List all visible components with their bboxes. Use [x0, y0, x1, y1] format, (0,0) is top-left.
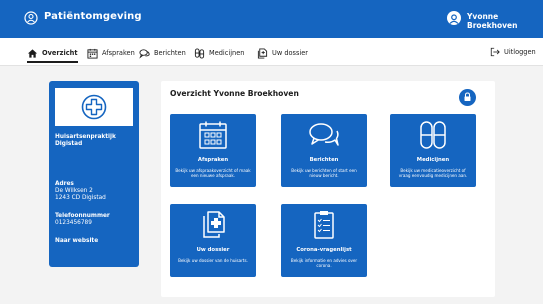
practice-phone: Telefoonnummer 0123456789	[55, 213, 110, 227]
tile-uw-dossier[interactable]: Uw dossier Bekijk uw dossier van de huis…	[170, 204, 256, 277]
tile-title: Berichten	[309, 157, 339, 163]
tile-medicijnen[interactable]: Medicijnen Bekijk uw medicatieoverzicht …	[390, 114, 476, 187]
phone-value: 0123456789	[55, 220, 92, 227]
chat-icon	[139, 48, 150, 59]
tile-title: Corona-vragenlijst	[296, 247, 352, 253]
tile-description: Bekijk uw dossier van de huisarts.	[178, 258, 248, 263]
page-title: Overzicht Yvonne Broekhoven	[170, 89, 299, 98]
practice-name-line2: Digistad	[55, 141, 83, 148]
top-bar: Patiëntomgeving Yvonne Broekhoven	[0, 0, 543, 38]
nav-item-overzicht[interactable]: Overzicht	[27, 47, 77, 59]
active-tab-indicator	[27, 61, 78, 63]
practice-name: Huisartsenpraktijk Digistad	[55, 134, 116, 148]
nav-item-uw-dossier[interactable]: Uw dossier	[257, 47, 308, 59]
file-icon	[257, 47, 268, 59]
tile-description: Bekijk uw berichten of start een nieuw b…	[291, 168, 357, 179]
medical-cross-icon	[81, 94, 107, 120]
tile-description: Bekijk informatie en advies over corona.	[290, 258, 358, 269]
main-nav: Overzicht Afspraken Berichten Medicijnen…	[0, 38, 543, 66]
patient-icon	[24, 11, 38, 25]
logout-label: Uitloggen	[504, 48, 536, 56]
nav-label: Medicijnen	[209, 49, 245, 57]
user-name[interactable]: Yvonne Broekhoven	[467, 12, 543, 30]
lock-icon	[464, 92, 471, 101]
calendar-icon	[87, 48, 98, 59]
pills-icon	[420, 121, 446, 149]
nav-label: Overzicht	[42, 49, 78, 57]
practice-address: Adres De Wilksen 2 1243 CD Digistad	[55, 181, 106, 203]
logout-button[interactable]: Uitloggen	[490, 47, 536, 57]
website-link[interactable]: Naar website	[55, 238, 98, 245]
file-plus-icon	[203, 211, 225, 238]
tile-title: Afspraken	[197, 157, 229, 163]
lock-button[interactable]	[459, 89, 476, 106]
address-label: Adres	[55, 181, 74, 187]
nav-item-afspraken[interactable]: Afspraken	[87, 47, 135, 59]
phone-label: Telefoonnummer	[55, 213, 110, 219]
nav-label: Uw dossier	[272, 49, 309, 57]
calendar-icon	[199, 121, 227, 149]
tile-description: Bekijk uw afspraakoverzicht of maak een …	[175, 168, 251, 179]
nav-item-medicijnen[interactable]: Medicijnen	[194, 47, 244, 59]
chat-icon	[309, 123, 339, 146]
address-line2: 1243 CD Digistad	[55, 195, 106, 202]
pills-icon	[194, 47, 205, 59]
logout-icon	[490, 47, 500, 57]
tile-description: Bekijk uw medicatieoverzicht of vraag ee…	[398, 168, 468, 179]
app-title: Patiëntomgeving	[44, 11, 142, 22]
address-line1: De Wilksen 2	[55, 188, 93, 195]
tile-afspraken[interactable]: Afspraken Bekijk uw afspraakoverzicht of…	[170, 114, 256, 187]
nav-label: Berichten	[154, 49, 186, 57]
practice-logo	[55, 88, 133, 126]
tile-title: Medicijnen	[416, 157, 450, 163]
nav-item-berichten[interactable]: Berichten	[139, 47, 186, 59]
tile-berichten[interactable]: Berichten Bekijk uw berichten of start e…	[281, 114, 367, 187]
user-avatar-icon[interactable]	[447, 11, 461, 25]
practice-info-panel: Huisartsenpraktijk Digistad Adres De Wil…	[49, 81, 139, 267]
practice-name-line1: Huisartsenpraktijk	[55, 134, 116, 140]
tile-title: Uw dossier	[196, 247, 230, 253]
home-icon	[27, 48, 38, 58]
nav-label: Afspraken	[102, 49, 135, 57]
overview-panel: Overzicht Yvonne Broekhoven Afspraken Be…	[161, 81, 495, 297]
clipboard-icon	[314, 211, 334, 239]
tile-corona-vragenlijst[interactable]: Corona-vragenlijst Bekijk informatie en …	[281, 204, 367, 277]
